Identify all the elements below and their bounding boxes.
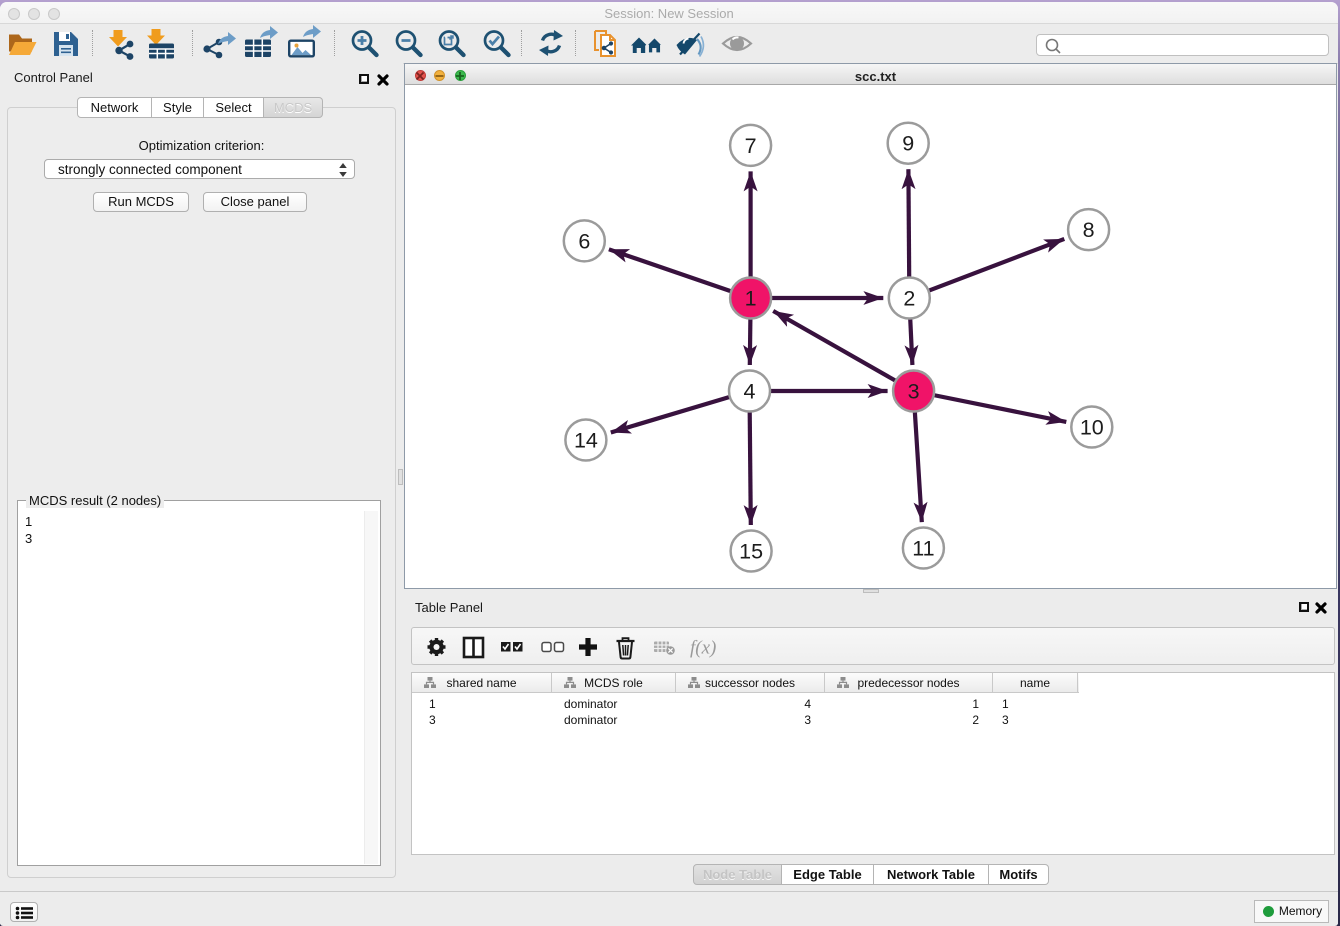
- svg-text:8: 8: [1083, 218, 1095, 242]
- svg-text:f(x): f(x): [690, 638, 716, 659]
- svg-text:10: 10: [1080, 416, 1104, 440]
- svg-text:14: 14: [574, 429, 598, 453]
- svg-text:2: 2: [903, 287, 915, 311]
- svg-text:9: 9: [902, 132, 914, 156]
- svg-text:4: 4: [744, 380, 756, 404]
- svg-text:6: 6: [578, 229, 590, 253]
- svg-text:15: 15: [739, 540, 763, 564]
- svg-text:1: 1: [745, 287, 757, 311]
- svg-text:7: 7: [745, 134, 757, 158]
- svg-text:3: 3: [908, 380, 920, 404]
- svg-text:11: 11: [912, 537, 934, 561]
